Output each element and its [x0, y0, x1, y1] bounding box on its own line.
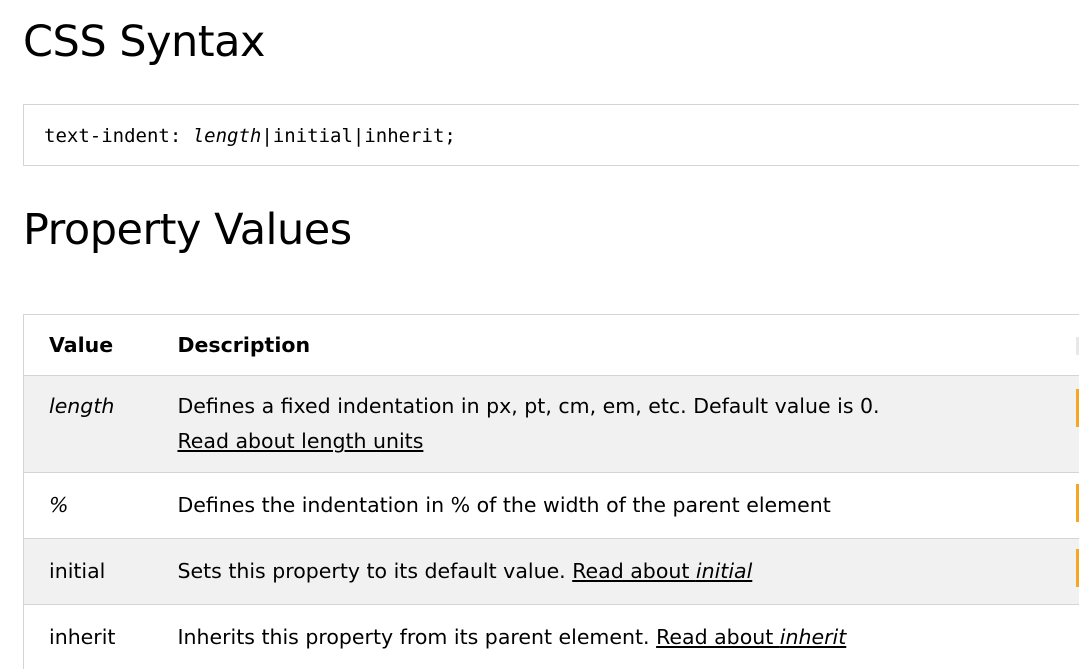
value-length: length: [49, 394, 115, 418]
column-header-value: Value: [23, 314, 178, 376]
syntax-code-box: text-indent: length|initial|inherit;: [23, 104, 1079, 166]
table-row: inherit Inherits this property from its …: [23, 604, 1079, 669]
table-row: % Defines the indentation in % of the wi…: [23, 472, 1079, 539]
value-percent: %: [49, 493, 69, 517]
code-separator: |: [352, 125, 365, 147]
code-separator: |: [261, 125, 273, 147]
link-prefix: Read about: [656, 625, 780, 649]
link-prefix: Read about: [572, 559, 696, 583]
description-cell: Defines the indentation in % of the widt…: [177, 472, 1079, 539]
property-values-heading: Property Values: [23, 205, 352, 255]
length-units-link[interactable]: Read about length units: [177, 429, 423, 453]
table-row: initial Sets this property to its defaul…: [23, 538, 1079, 605]
value-cell: %: [23, 472, 178, 539]
description-text: Defines the indentation in % of the widt…: [177, 493, 831, 517]
value-initial: initial: [49, 559, 106, 583]
value-cell: initial: [23, 538, 178, 605]
link-keyword: inherit: [779, 625, 847, 649]
value-inherit: inherit: [49, 625, 116, 649]
description-text: Inherits this property from its parent e…: [177, 625, 657, 649]
value-cell: inherit: [23, 604, 178, 669]
table-row: length Defines a fixed indentation in px…: [23, 375, 1079, 473]
code-value-inherit: inherit: [364, 125, 445, 147]
page: CSS Syntax text-indent: length|initial|i…: [0, 0, 1079, 669]
description-cell: Sets this property to its default value.…: [177, 538, 1079, 605]
description-text: Sets this property to its default value.: [177, 559, 573, 583]
initial-link[interactable]: Read about initial: [572, 559, 752, 583]
column-header-description: Description: [177, 314, 1079, 376]
inherit-link[interactable]: Read about inherit: [656, 625, 846, 649]
value-cell: length: [23, 375, 178, 473]
css-syntax-heading: CSS Syntax: [23, 17, 265, 67]
property-values-table: Value Description length Defines a fixed…: [23, 314, 1079, 669]
code-value-length: length: [192, 125, 262, 147]
code-value-initial: initial: [272, 125, 353, 147]
description-text: Defines a fixed indentation in px, pt, c…: [177, 394, 880, 418]
code-property: text-indent:: [44, 125, 193, 147]
description-cell: Inherits this property from its parent e…: [177, 604, 1079, 669]
description-cell: Defines a fixed indentation in px, pt, c…: [177, 375, 1079, 473]
code-end: ;: [444, 125, 456, 147]
link-keyword: initial: [695, 559, 753, 583]
table-header-row: Value Description: [23, 314, 1079, 376]
